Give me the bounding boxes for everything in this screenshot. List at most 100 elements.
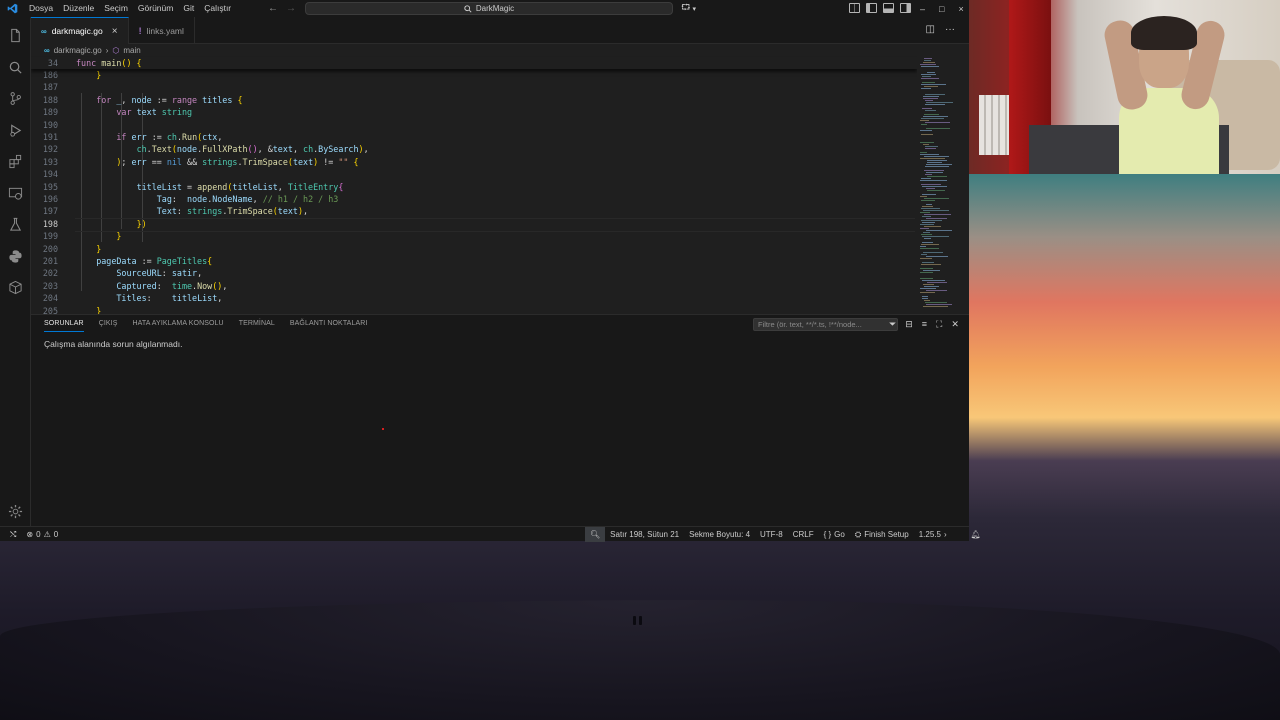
testing-icon[interactable] xyxy=(7,216,23,232)
minimap-line xyxy=(922,206,933,207)
code-text: var text string xyxy=(116,107,193,118)
code-line[interactable]: 200 } xyxy=(31,243,917,255)
code-text: } xyxy=(96,70,102,80)
containers-icon[interactable] xyxy=(7,279,23,295)
code-line[interactable]: 197 Text: strings.TrimSpace(text), xyxy=(31,205,917,217)
forward-arrow-icon[interactable]: → xyxy=(286,3,296,14)
code-line[interactable]: 192 ch.Text(node.FullXPath(), &text, ch.… xyxy=(31,143,917,155)
code-line[interactable]: 204 Titles: titleList, xyxy=(31,292,917,304)
go-version[interactable]: 1.25.5 › xyxy=(914,527,952,542)
python-icon[interactable] xyxy=(7,248,23,264)
line-number: 187 xyxy=(42,82,58,93)
split-editor-icon[interactable]: ◫ xyxy=(926,24,935,35)
tab-darkmagic-go[interactable]: ∞ darkmagic.go × xyxy=(31,17,129,44)
menu-calistir[interactable]: Çalıştır xyxy=(199,0,236,17)
tab-problems[interactable]: SORUNLAR xyxy=(44,320,84,332)
code-line[interactable]: 201 pageData := PageTitles{ xyxy=(31,255,917,267)
manage-gear-icon[interactable] xyxy=(7,503,23,519)
code-line[interactable]: 189 var text string xyxy=(31,106,917,118)
command-center[interactable]: DarkMagic xyxy=(305,2,673,15)
problems-count[interactable]: ⊗ 0 ⚠ 0 xyxy=(21,527,63,542)
minimap-line xyxy=(920,272,933,273)
line-number: 188 xyxy=(42,94,58,105)
menu-dosya[interactable]: Dosya xyxy=(24,0,58,17)
menu-gorunum[interactable]: Görünüm xyxy=(133,0,178,17)
code-line[interactable]: 194 xyxy=(31,168,917,180)
code-line[interactable]: 196 Tag: node.NodeName, // h1 / h2 / h3 xyxy=(31,193,917,205)
copilot-button[interactable]: ⮔ ▾ xyxy=(681,3,696,14)
back-arrow-icon[interactable]: ← xyxy=(268,3,278,14)
minimize-icon[interactable]: – xyxy=(920,4,925,14)
collapse-all-icon[interactable]: ⊟ xyxy=(905,319,913,330)
maximize-panel-icon[interactable]: ⛶ xyxy=(936,319,942,330)
close-panel-icon[interactable]: ✕ xyxy=(951,319,959,330)
filter-funnel-icon[interactable]: ⏷ xyxy=(889,319,896,330)
search-view-icon[interactable] xyxy=(7,59,23,75)
code-line[interactable]: 199 } xyxy=(31,230,917,242)
code-line[interactable]: 191 if err := ch.Run(ctx, xyxy=(31,131,917,143)
code-line[interactable]: 198 }) xyxy=(31,217,917,233)
tab-ports[interactable]: BAĞLANTI NOKTALARI xyxy=(290,320,368,332)
language-mode[interactable]: { } Go xyxy=(819,527,850,542)
extensions-icon[interactable] xyxy=(7,153,23,169)
toggle-secondary-sidebar-icon[interactable] xyxy=(900,3,911,13)
encoding[interactable]: UTF-8 xyxy=(755,527,788,542)
tab-links-yaml[interactable]: ! links.yaml xyxy=(129,17,195,44)
menu-git[interactable]: Git xyxy=(178,0,199,17)
code-line[interactable]: 193 ); err == nil && strings.TrimSpace(t… xyxy=(31,156,917,168)
minimap-line xyxy=(924,114,939,115)
code-line[interactable]: 203 Captured: time.Now(), xyxy=(31,280,917,292)
run-debug-icon[interactable] xyxy=(7,122,23,138)
toggle-primary-sidebar-icon[interactable] xyxy=(866,3,877,13)
code-line[interactable]: 187 xyxy=(31,81,917,93)
tab-terminal[interactable]: TERMİNAL xyxy=(239,320,275,332)
code-text: Titles: titleList, xyxy=(116,293,223,304)
code-line[interactable]: 205 } xyxy=(31,305,917,314)
maximize-icon[interactable]: □ xyxy=(939,4,944,14)
indentation[interactable]: Sekme Boyutu: 4 xyxy=(684,527,755,542)
minimap-line xyxy=(927,190,945,191)
sticky-scroll-line[interactable]: 34 func main() { xyxy=(31,57,917,70)
code-line[interactable]: 188 for _, node := range titles { xyxy=(31,94,917,106)
minimap-line xyxy=(924,198,949,199)
status-bar: ⤭ ⊗ 0 ⚠ 0 🔍︎ Satır 198, Sütun 21 Sekme B… xyxy=(0,526,981,542)
menu-duzenle[interactable]: Düzenle xyxy=(58,0,99,17)
tab-output[interactable]: ÇIKIŞ xyxy=(99,320,118,332)
copilot-icon: ⮔ xyxy=(681,2,691,12)
minimap-line xyxy=(920,246,926,247)
tab-debug-console[interactable]: HATA AYIKLAMA KONSOLU xyxy=(133,320,224,332)
minimap-line xyxy=(922,222,935,223)
minimap-line xyxy=(921,178,931,179)
explorer-icon[interactable] xyxy=(7,27,23,43)
more-actions-icon[interactable]: ··· xyxy=(945,24,955,35)
breadcrumb-file[interactable]: darkmagic.go xyxy=(54,46,102,55)
code-line[interactable]: 190 xyxy=(31,119,917,131)
notifications-bell[interactable]: 🔔︎ xyxy=(966,527,986,542)
minimap-line xyxy=(924,58,932,59)
minimap-line xyxy=(924,60,931,61)
view-as-tree-icon[interactable]: ≡ xyxy=(922,319,927,330)
end-of-line[interactable]: CRLF xyxy=(788,527,819,542)
toggle-panel-icon[interactable] xyxy=(883,3,894,13)
nav-arrows: ← → xyxy=(268,0,296,17)
finish-setup-button[interactable]: ⛭ Finish Setup xyxy=(850,527,914,542)
zoom-button[interactable]: 🔍︎ xyxy=(585,527,606,542)
customize-layout-icon[interactable] xyxy=(849,3,860,13)
close-window-icon[interactable]: × xyxy=(958,4,963,14)
minimap-line xyxy=(920,196,927,197)
source-control-icon[interactable] xyxy=(7,90,23,106)
code-editor[interactable]: 186 } 187 188 for _, node := range titles … xyxy=(31,56,917,314)
cursor-position[interactable]: Satır 198, Sütun 21 xyxy=(605,527,684,542)
window-controls: – □ × xyxy=(920,0,964,17)
menu-secim[interactable]: Seçim xyxy=(99,0,133,17)
code-line[interactable]: 195 titleList = append(titleList, TitleE… xyxy=(31,181,917,193)
code-line[interactable]: 186 } xyxy=(31,69,917,81)
breadcrumb-symbol[interactable]: main xyxy=(123,46,140,55)
line-number: 196 xyxy=(42,194,58,204)
close-tab-icon[interactable]: × xyxy=(112,26,118,37)
problems-filter-input[interactable]: Filtre (ör. text, **/*.ts, !**/node... xyxy=(753,318,898,331)
minimap[interactable] xyxy=(917,56,969,314)
code-line[interactable]: 202 SourceURL: satir, xyxy=(31,267,917,279)
remote-indicator[interactable]: ⤭ xyxy=(5,527,21,542)
remote-explorer-icon[interactable] xyxy=(7,185,23,201)
